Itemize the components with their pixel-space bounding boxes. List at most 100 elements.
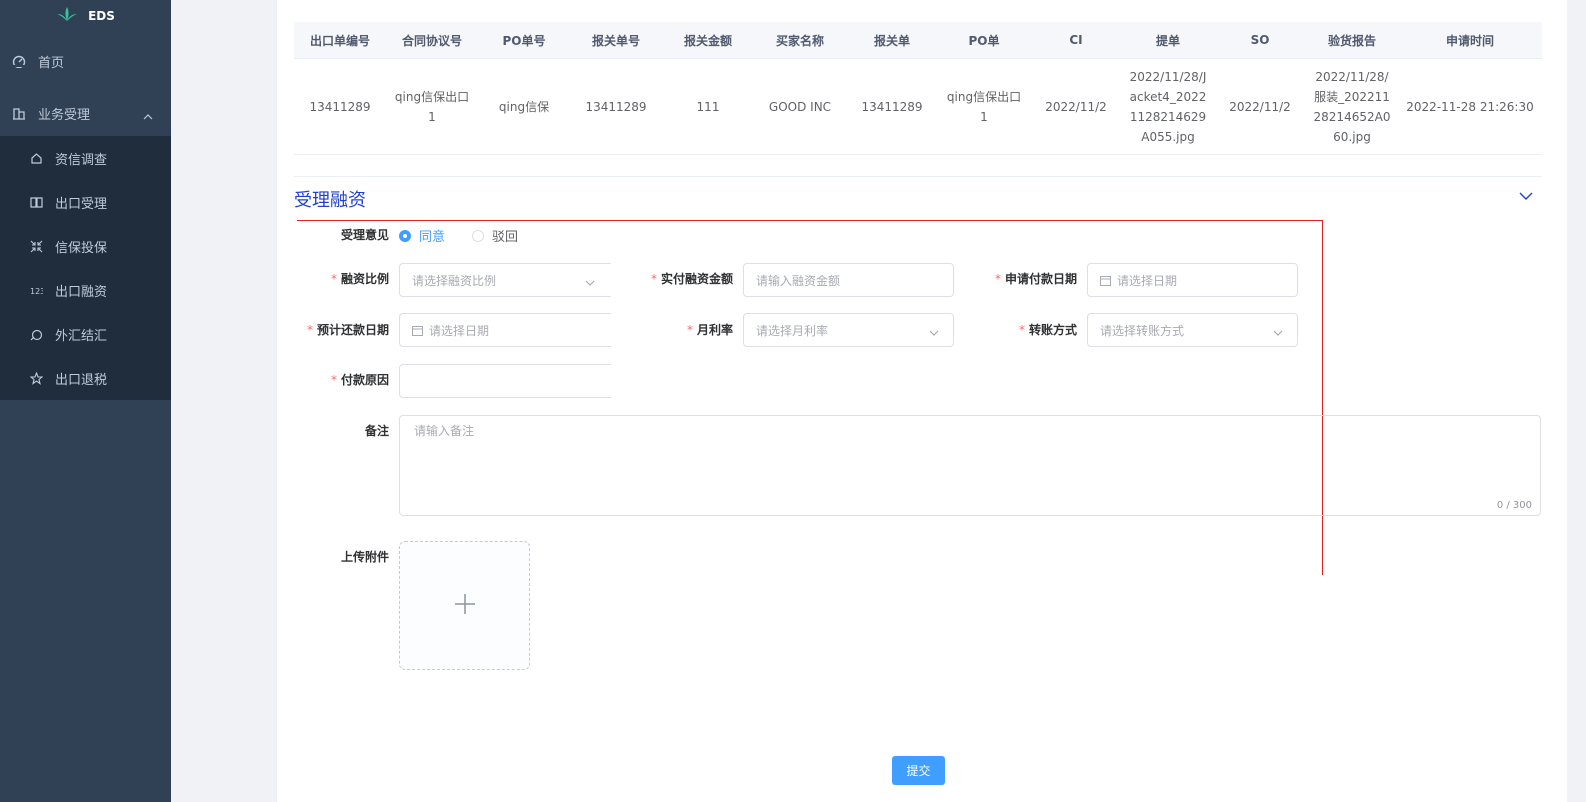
pay-date-picker[interactable]: 请选择日期	[1087, 263, 1298, 297]
star-icon	[30, 371, 43, 385]
rate-select[interactable]: 请选择月利率	[743, 313, 954, 347]
remark-label: 备注	[364, 424, 389, 438]
leaf-logo-icon	[56, 6, 78, 26]
chevron-down-icon	[1273, 325, 1283, 339]
chevron-down-icon[interactable]	[1519, 190, 1533, 205]
book-icon	[30, 196, 43, 209]
remark-textarea[interactable]: 请输入备注 0 / 300	[399, 415, 1541, 516]
radio-label: 驳回	[492, 230, 519, 245]
amount-label: * 实付融资金额	[650, 272, 733, 286]
transfer-select[interactable]: 请选择转账方式	[1087, 313, 1298, 347]
submenu-business: 资信调查 出口受理 信保投保 123 出口融资 外汇结汇 出口退税	[0, 136, 171, 400]
table-header-cell: 买家名称	[754, 22, 846, 59]
table-header-cell: CI	[1030, 22, 1122, 59]
sidebar-item-insurance[interactable]: 信保投保	[0, 224, 171, 268]
section-divider	[294, 176, 1542, 177]
sidebar-item-label: 首页	[38, 55, 65, 71]
sidebar-item-forex[interactable]: 外汇结汇	[0, 312, 171, 356]
sidebar-item-home[interactable]: 首页	[0, 32, 171, 90]
sidebar: EDS 首页 业务受理 资信调查 出口受理 信保投保 123 出口融资 外汇结汇…	[0, 0, 171, 802]
reason-label: * 付款原因	[330, 373, 389, 387]
radio-label: 同意	[419, 230, 446, 245]
sidebar-item-label: 信保投保	[55, 240, 108, 256]
submit-button[interactable]: 提交	[892, 756, 945, 785]
sidebar-item-label: 业务受理	[38, 107, 91, 123]
table-cell: 13411289	[570, 58, 662, 155]
table-cell: qing信保出口1	[938, 58, 1030, 155]
amount-input[interactable]: 请输入融资金额	[743, 263, 954, 297]
sidebar-item-label: 出口受理	[55, 196, 108, 212]
transfer-label: * 转账方式	[1018, 323, 1077, 337]
table-cell: 111	[662, 58, 754, 155]
ratio-label: * 融资比例	[330, 272, 389, 286]
calendar-icon	[412, 325, 423, 336]
sidebar-item-label: 出口退税	[55, 372, 108, 388]
table-cell: 13411289	[294, 58, 386, 155]
table-header-cell: 报关单	[846, 22, 938, 59]
table-header-cell: 验货报告	[1306, 22, 1398, 59]
shrink-icon	[30, 240, 43, 253]
pay-date-label: * 申请付款日期	[994, 272, 1077, 286]
pay-date-placeholder: 请选择日期	[1117, 273, 1178, 288]
calendar-icon	[1100, 275, 1111, 286]
chevron-down-icon	[585, 275, 595, 289]
plus-icon	[453, 592, 477, 620]
ratio-placeholder: 请选择融资比例	[412, 273, 497, 288]
table-header-cell: 合同协议号	[386, 22, 478, 59]
logo-text: EDS	[88, 9, 115, 23]
rate-placeholder: 请选择月利率	[756, 323, 829, 338]
section-title: 受理融资	[294, 190, 366, 211]
sidebar-item-export-finance[interactable]: 123 出口融资	[0, 268, 171, 312]
transfer-placeholder: 请选择转账方式	[1100, 323, 1185, 338]
sidebar-item-label: 资信调查	[55, 152, 108, 168]
sidebar-item-export-accept[interactable]: 出口受理	[0, 180, 171, 224]
logo: EDS	[0, 0, 171, 32]
table-header-cell: 提单	[1122, 22, 1214, 59]
table-cell[interactable]: 2022/11/28/服装_20221128214652A060.jpg	[1306, 58, 1398, 155]
radio-agree[interactable]: 同意	[399, 226, 445, 245]
chevron-down-icon	[929, 325, 939, 339]
reason-input[interactable]	[399, 364, 611, 398]
upload-area[interactable]	[399, 541, 530, 670]
opinion-label: 受理意见	[340, 228, 389, 242]
remark-counter: 0 / 300	[1496, 500, 1532, 511]
radio-dot	[399, 229, 411, 242]
repay-date-picker[interactable]: 请选择日期	[399, 313, 611, 347]
sidebar-item-label: 出口融资	[55, 284, 108, 300]
table-cell: qing信保	[478, 58, 570, 155]
table-cell[interactable]: 2022/11/28/Jacket4_20221128214629A055.jp…	[1122, 58, 1214, 155]
table-header-cell: 报关金额	[662, 22, 754, 59]
remark-placeholder: 请输入备注	[414, 424, 475, 438]
repay-date-placeholder: 请选择日期	[429, 323, 490, 338]
table-cell: 2022/11/2	[1030, 58, 1122, 155]
table-header-cell: PO单号	[478, 22, 570, 59]
table-header-cell: 申请时间	[1398, 22, 1542, 59]
sidebar-item-tax-refund[interactable]: 出口退税	[0, 356, 171, 400]
amount-placeholder: 请输入融资金额	[756, 273, 841, 288]
svg-text:123: 123	[30, 287, 43, 296]
home-icon	[30, 152, 43, 165]
table-cell: GOOD INC	[754, 58, 846, 155]
rate-label: * 月利率	[686, 323, 733, 337]
exchange-icon	[30, 328, 43, 341]
table-cell: 13411289	[846, 58, 938, 155]
sidebar-item-credit-check[interactable]: 资信调查	[0, 136, 171, 180]
export-table: 出口单编号 合同协议号 PO单号 报关单号 报关金额 买家名称 报关单 PO单 …	[294, 22, 1542, 155]
table-header-row: 出口单编号 合同协议号 PO单号 报关单号 报关金额 买家名称 报关单 PO单 …	[294, 22, 1542, 59]
number-icon: 123	[30, 284, 43, 297]
table-row: 13411289 qing信保出口1 qing信保 13411289 111 G…	[294, 58, 1542, 155]
table-header-cell: 报关单号	[570, 22, 662, 59]
sidebar-item-label: 外汇结汇	[55, 328, 108, 344]
ratio-select[interactable]: 请选择融资比例	[399, 263, 611, 297]
business-icon	[12, 106, 26, 120]
table-cell: 2022-11-28 21:26:30	[1398, 58, 1542, 155]
sidebar-item-business[interactable]: 业务受理	[0, 90, 171, 136]
radio-dot	[472, 229, 484, 242]
table-header-cell: 出口单编号	[294, 22, 386, 59]
table-header-cell: PO单	[938, 22, 1030, 59]
radio-reject[interactable]: 驳回	[472, 226, 518, 245]
table-cell: qing信保出口1	[386, 58, 478, 155]
main-panel: 出口单编号 合同协议号 PO单号 报关单号 报关金额 买家名称 报关单 PO单 …	[276, 0, 1567, 802]
table-header-cell: SO	[1214, 22, 1306, 59]
dashboard-icon	[12, 54, 26, 68]
